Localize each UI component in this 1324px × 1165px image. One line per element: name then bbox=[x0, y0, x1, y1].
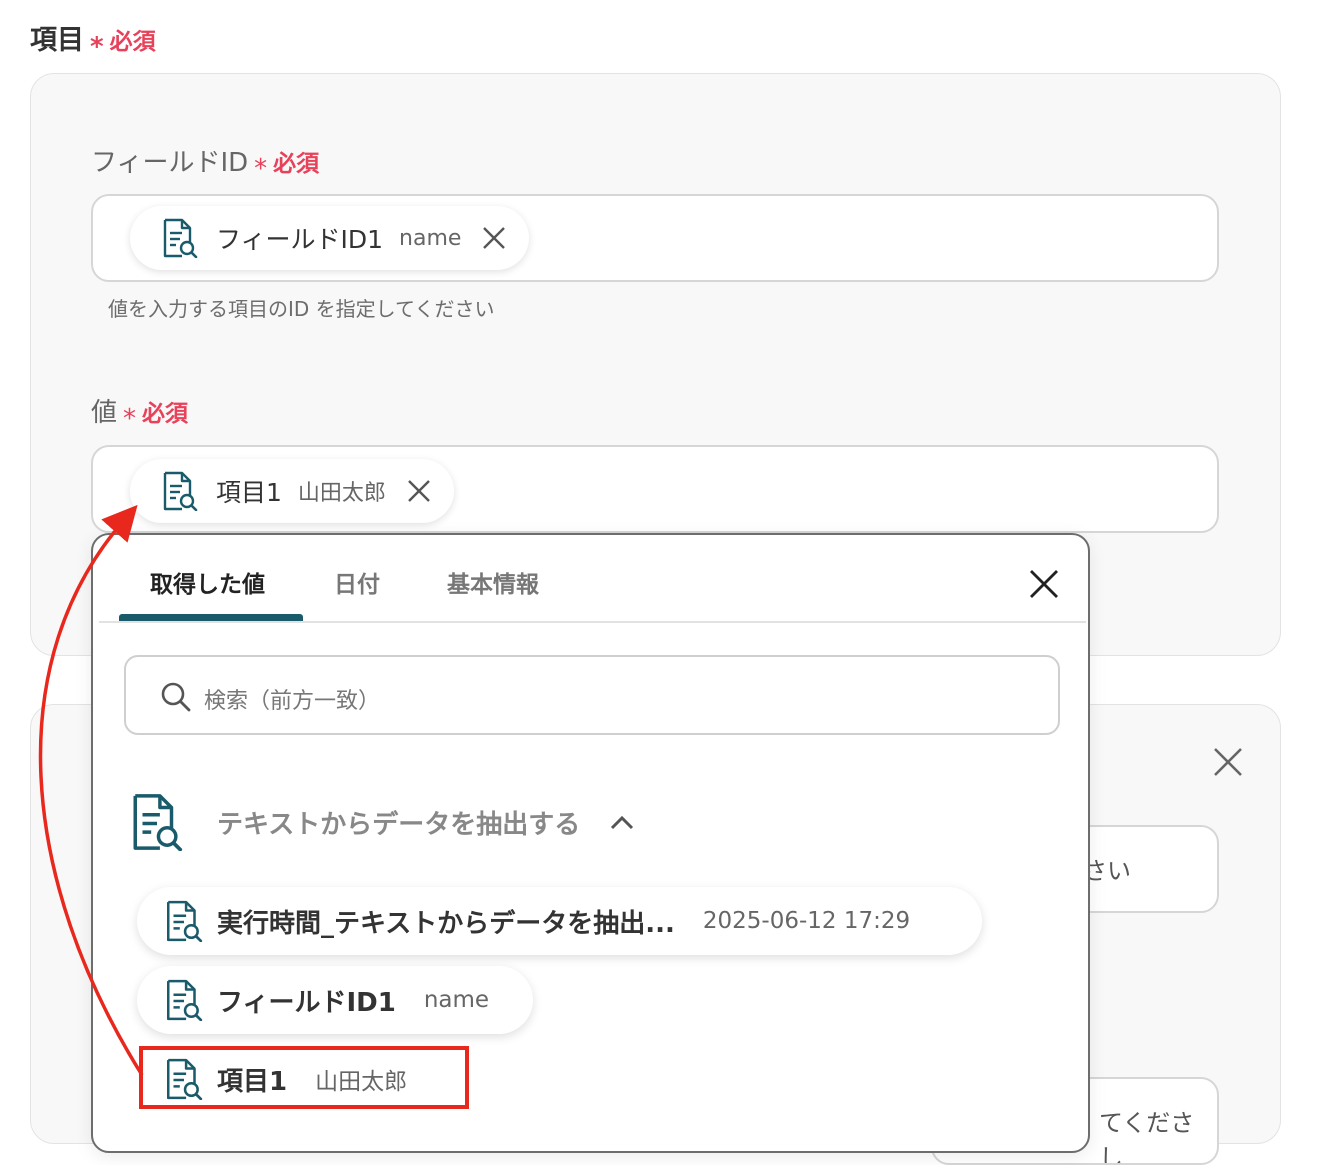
list-item-sub: 2025-06-12 17:29 bbox=[702, 908, 911, 934]
required-asterisk: * bbox=[254, 154, 268, 184]
document-search-icon bbox=[162, 218, 198, 258]
group-header[interactable]: テキストからデータを抽出する bbox=[129, 793, 634, 851]
field-id-input[interactable]: フィールドID1 name bbox=[91, 194, 1219, 282]
value-chip[interactable]: 項目1 山田太郎 bbox=[130, 459, 454, 523]
value-label-text: 値 bbox=[91, 398, 118, 428]
document-search-icon bbox=[165, 979, 203, 1021]
tab-date[interactable]: 日付 bbox=[334, 565, 380, 599]
list-item-title: フィールドID1 bbox=[217, 987, 396, 1018]
document-search-icon bbox=[162, 471, 198, 511]
panel2-input-text-2: てくださし bbox=[1099, 1109, 1195, 1165]
tab-retrieved-values[interactable]: 取得した値 bbox=[150, 565, 265, 599]
chip-sub: 山田太郎 bbox=[297, 481, 386, 506]
chip-sub: name bbox=[399, 225, 462, 251]
chip-remove-icon[interactable] bbox=[406, 478, 432, 504]
section-label: 項目 * 必須 bbox=[30, 18, 156, 62]
list-item-sub: name bbox=[423, 987, 490, 1013]
required-label: 必須 bbox=[109, 29, 156, 55]
chip-remove-icon[interactable] bbox=[481, 225, 507, 251]
chip-title: フィールドID1 bbox=[216, 225, 384, 254]
document-search-icon bbox=[165, 900, 203, 942]
required-label: 必須 bbox=[273, 151, 320, 177]
required-asterisk: * bbox=[123, 404, 137, 434]
search-input[interactable]: 検索（前方一致） bbox=[124, 655, 1060, 735]
list-item-execution-time[interactable]: 実行時間_テキストからデータを抽出... 2025-06-12 17:29 bbox=[137, 887, 982, 955]
section-title: 項目 bbox=[30, 25, 84, 56]
chip-title: 項目1 bbox=[216, 478, 282, 507]
annotation-highlight-box bbox=[139, 1046, 469, 1109]
field-id-hint: 値を入力する項目のID を指定してください bbox=[108, 297, 495, 321]
field-id-chip[interactable]: フィールドID1 name bbox=[130, 206, 530, 270]
search-placeholder: 検索（前方一致） bbox=[204, 689, 381, 714]
dropdown-close-icon[interactable] bbox=[1027, 567, 1061, 601]
active-tab-indicator bbox=[119, 614, 303, 621]
field-id-label: フィールドID * 必須 bbox=[91, 142, 320, 184]
chevron-up-icon[interactable] bbox=[610, 814, 634, 830]
tab-basic-info[interactable]: 基本情報 bbox=[447, 565, 539, 599]
search-icon bbox=[161, 682, 191, 712]
document-search-icon bbox=[129, 793, 185, 851]
list-item-field-id[interactable]: フィールドID1 name bbox=[137, 966, 533, 1034]
field-id-label-text: フィールドID bbox=[91, 148, 249, 178]
required-label: 必須 bbox=[142, 401, 189, 427]
list-item-title: 実行時間_テキストからデータを抽出... bbox=[217, 908, 675, 939]
panel2-input-text: さい bbox=[1083, 857, 1131, 885]
required-asterisk: * bbox=[90, 32, 104, 62]
close-icon[interactable] bbox=[1211, 745, 1245, 779]
group-title: テキストからデータを抽出する bbox=[217, 809, 581, 840]
value-label: 値 * 必須 bbox=[91, 392, 189, 434]
tabs-divider bbox=[99, 621, 1086, 623]
value-input[interactable]: 項目1 山田太郎 bbox=[91, 445, 1219, 533]
